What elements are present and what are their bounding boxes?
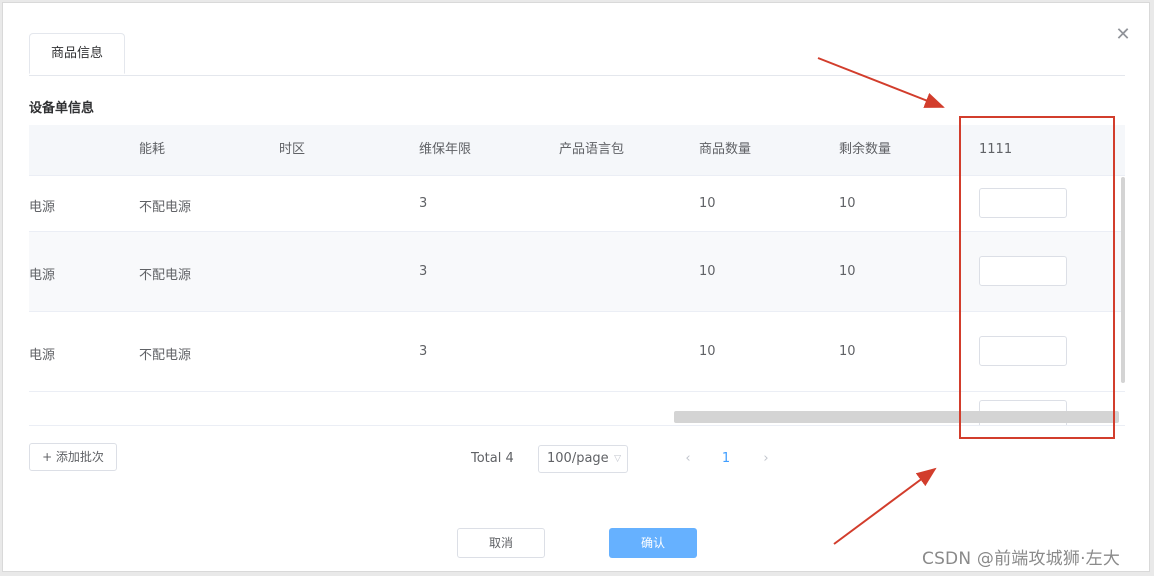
horizontal-scrollbar[interactable] bbox=[674, 411, 1119, 423]
pagination-total: Total 4 bbox=[471, 451, 514, 466]
cell-power: 电源 bbox=[29, 200, 56, 215]
page-size-select[interactable]: 100/page ▽ bbox=[538, 445, 628, 473]
cell-warranty: 3 bbox=[419, 196, 428, 211]
table-header: 能耗 时区 维保年限 产品语言包 商品数量 剩余数量 1111 bbox=[29, 125, 1125, 176]
cell-1111-input[interactable] bbox=[979, 256, 1067, 286]
header-warranty: 维保年限 bbox=[419, 142, 472, 157]
cell-1111-input[interactable] bbox=[979, 336, 1067, 366]
cell-power: 电源 bbox=[29, 268, 56, 283]
header-quantity: 商品数量 bbox=[699, 142, 752, 157]
table-row: 电源 不配电源 3 10 10 bbox=[29, 232, 1125, 312]
header-energy: 能耗 bbox=[139, 142, 166, 157]
cell-power: 电源 bbox=[29, 348, 56, 363]
table-row: 电源 不配电源 3 10 10 bbox=[29, 176, 1125, 232]
cell-remaining: 10 bbox=[839, 264, 856, 279]
cell-remaining: 10 bbox=[839, 196, 856, 211]
vertical-scrollbar[interactable] bbox=[1121, 177, 1125, 383]
cell-warranty: 3 bbox=[419, 264, 428, 279]
cell-quantity: 10 bbox=[699, 196, 716, 211]
cell-energy: 不配电源 bbox=[139, 200, 192, 215]
page-number[interactable]: 1 bbox=[719, 451, 733, 466]
cancel-button[interactable]: 取消 bbox=[457, 528, 545, 558]
header-timezone: 时区 bbox=[279, 142, 306, 157]
section-title: 设备单信息 bbox=[29, 101, 95, 116]
dialog: ✕ 商品信息 设备单信息 能耗 时区 维保年限 产品语言包 商品数量 剩余数量 … bbox=[2, 2, 1150, 572]
cell-1111-input[interactable] bbox=[979, 188, 1067, 218]
next-page-icon[interactable]: › bbox=[759, 451, 773, 466]
cell-energy: 不配电源 bbox=[139, 268, 192, 283]
watermark: CSDN @前端攻城狮·左大 bbox=[922, 549, 1121, 569]
cell-energy: 不配电源 bbox=[139, 348, 192, 363]
header-remaining: 剩余数量 bbox=[839, 142, 892, 157]
confirm-button[interactable]: 确认 bbox=[609, 528, 697, 558]
device-table: 能耗 时区 维保年限 产品语言包 商品数量 剩余数量 1111 电源 不配电源 … bbox=[29, 125, 1125, 426]
tab-bar: 商品信息 bbox=[29, 33, 1125, 76]
cell-quantity: 10 bbox=[699, 344, 716, 359]
cell-remaining: 10 bbox=[839, 344, 856, 359]
cell-quantity: 10 bbox=[699, 264, 716, 279]
tab-product-info[interactable]: 商品信息 bbox=[29, 33, 125, 74]
header-1111: 1111 bbox=[979, 142, 1013, 157]
prev-page-icon[interactable]: ‹ bbox=[681, 451, 695, 466]
page-size-value: 100/page bbox=[547, 451, 609, 466]
table-row: 电源 不配电源 3 10 10 bbox=[29, 312, 1125, 392]
header-language-pack: 产品语言包 bbox=[559, 142, 625, 157]
add-batch-button[interactable]: + 添加批次 bbox=[29, 443, 117, 471]
cell-warranty: 3 bbox=[419, 344, 428, 359]
chevron-down-icon: ▽ bbox=[614, 454, 621, 464]
